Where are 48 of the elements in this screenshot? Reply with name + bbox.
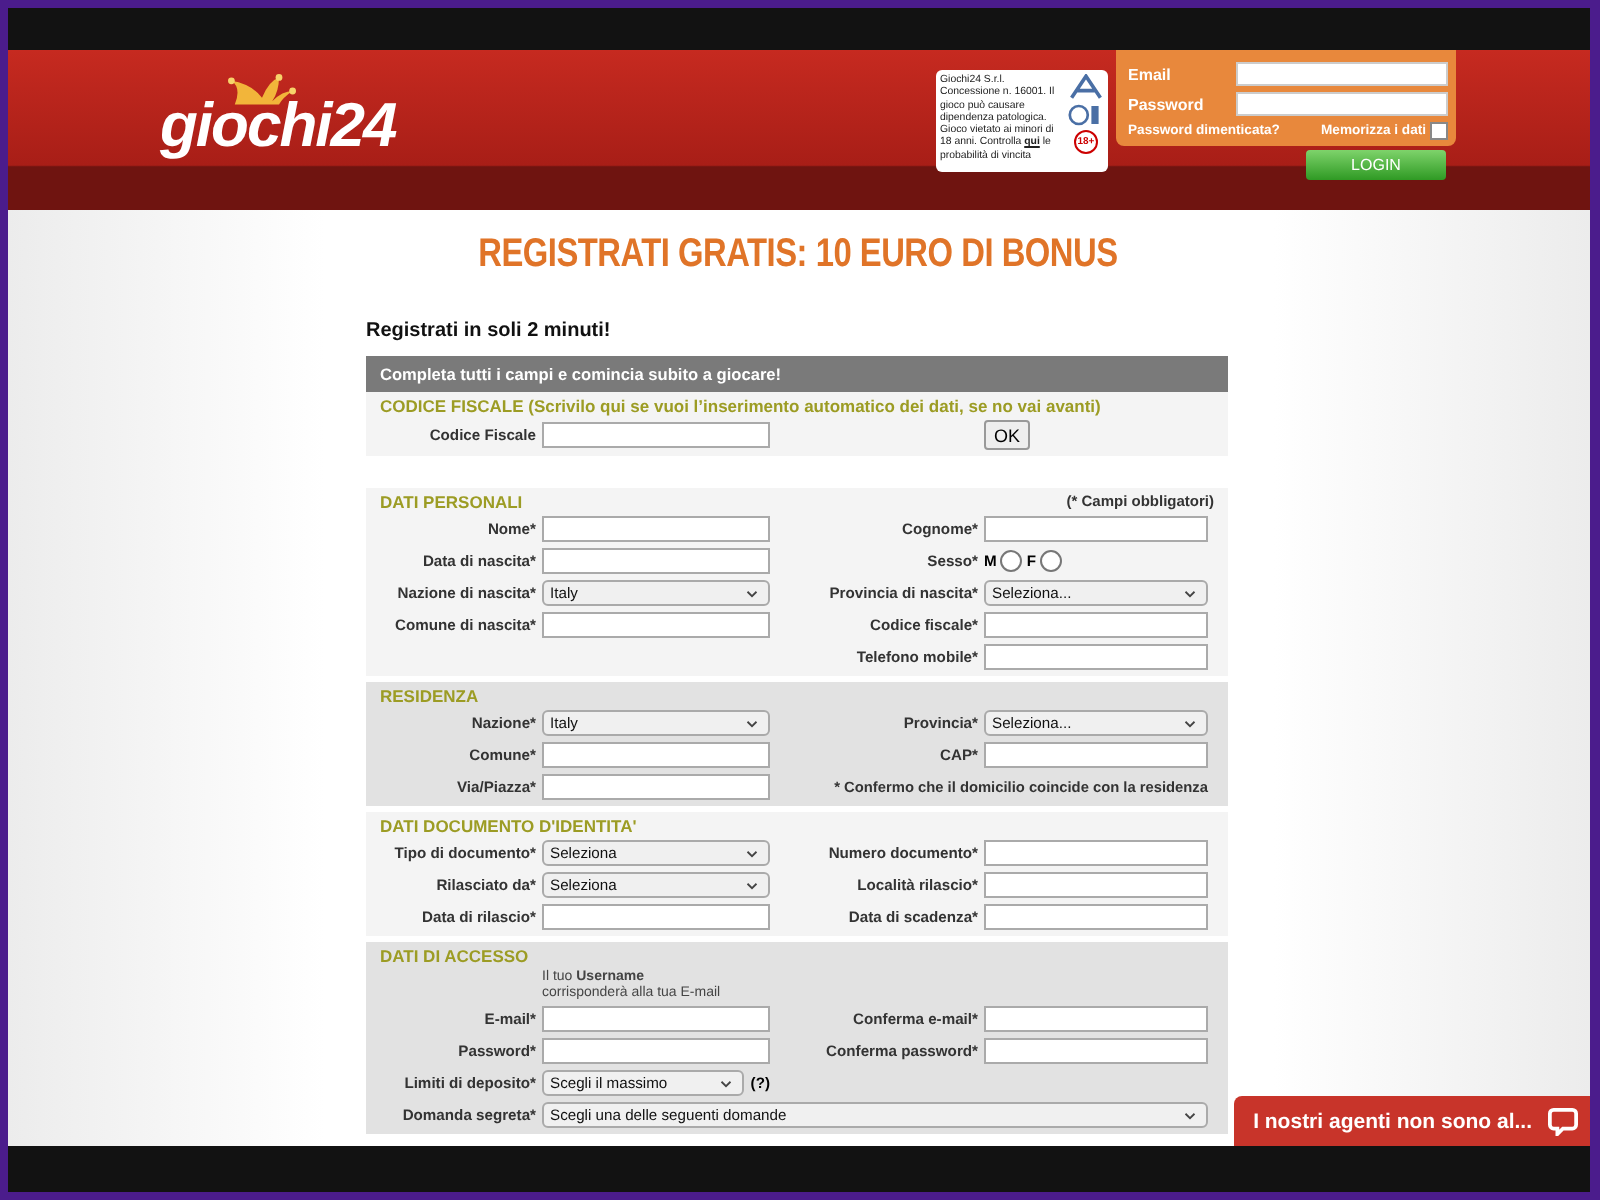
- section-title: DATI DOCUMENTO D'IDENTITA': [380, 816, 637, 836]
- section-title: RESIDENZA: [380, 686, 479, 706]
- email-label: Email: [1128, 65, 1171, 83]
- caret-icon: [1184, 589, 1196, 597]
- text-field[interactable]: [984, 1006, 1208, 1032]
- chat-label: I nostri agenti non sono al...: [1253, 1109, 1532, 1133]
- radio-button[interactable]: [1000, 550, 1023, 572]
- text-field[interactable]: [984, 1038, 1208, 1064]
- text-field[interactable]: [542, 612, 770, 638]
- ok-button[interactable]: OK: [984, 420, 1031, 450]
- form-header-text: Completa tutti i campi e comincia subito a giocare!: [380, 364, 782, 384]
- text-field[interactable]: [542, 1038, 770, 1064]
- section-title: DATI DI ACCESSO: [380, 946, 529, 966]
- caret-icon: [746, 719, 758, 727]
- intro-heading: Registrati in soli 2 minuti!: [366, 320, 613, 342]
- password-field[interactable]: [1236, 92, 1448, 116]
- text-field[interactable]: [984, 840, 1208, 866]
- section-title: DATI PERSONALI: [380, 492, 523, 512]
- logo[interactable]: giochi24: [160, 94, 396, 158]
- emblem-icon: [1068, 102, 1104, 128]
- text-field[interactable]: [984, 612, 1208, 638]
- text-field[interactable]: [542, 742, 770, 768]
- section-title: CODICE FISCALE (Scrivilo qui se vuoi l’inserimento automatico dei dati, se no vai avanti): [380, 396, 1101, 416]
- caret-icon: [746, 849, 758, 857]
- agency-logo-icon: [1068, 74, 1104, 100]
- email-field[interactable]: [1236, 62, 1448, 86]
- caret-icon: [1184, 1111, 1196, 1119]
- text-field[interactable]: [542, 548, 770, 574]
- text-field[interactable]: [984, 516, 1208, 542]
- text-field[interactable]: [984, 644, 1208, 670]
- text-field[interactable]: [542, 774, 770, 800]
- text-field[interactable]: [542, 422, 770, 448]
- text-field[interactable]: [542, 516, 770, 542]
- chat-bubble-icon: [1548, 1106, 1578, 1136]
- caret-icon: [746, 881, 758, 889]
- text-field[interactable]: [984, 742, 1208, 768]
- radio-button[interactable]: [1039, 550, 1062, 572]
- chat-widget[interactable]: I nostri agenti non sono al...: [1233, 1096, 1590, 1146]
- bonus-headline: REGISTRATI GRATIS: 10 EURO DI BONUS: [477, 232, 1117, 278]
- caret-icon: [720, 1079, 733, 1087]
- caret-icon: [1184, 719, 1196, 727]
- text-field[interactable]: [984, 872, 1208, 898]
- text-field[interactable]: [542, 904, 770, 930]
- password-label: Password: [1128, 95, 1204, 113]
- remember-checkbox[interactable]: [1430, 122, 1448, 140]
- text-field[interactable]: [984, 904, 1208, 930]
- text-field[interactable]: [542, 1006, 770, 1032]
- caret-icon: [746, 589, 758, 597]
